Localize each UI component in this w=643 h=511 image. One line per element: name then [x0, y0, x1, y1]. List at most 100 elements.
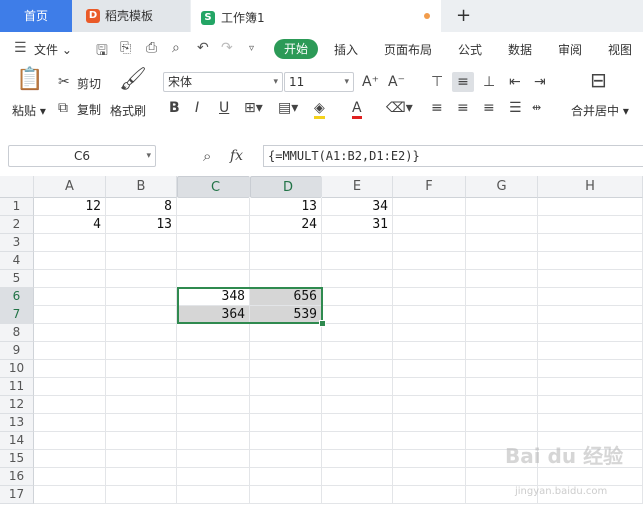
- align-bottom-icon[interactable]: ⊥: [483, 74, 495, 90]
- row-header-1[interactable]: 1: [0, 198, 34, 216]
- cell-h5[interactable]: [538, 270, 643, 288]
- cell-d6[interactable]: 656: [250, 288, 322, 306]
- hamburger-icon[interactable]: ☰: [14, 40, 27, 56]
- cell-a15[interactable]: [34, 450, 106, 468]
- cell-c1[interactable]: [177, 198, 250, 216]
- menu-start[interactable]: 开始: [274, 39, 318, 59]
- align-middle-icon[interactable]: ≡: [452, 72, 474, 92]
- cell-a16[interactable]: [34, 468, 106, 486]
- print-preview-icon[interactable]: ⌕: [172, 40, 180, 56]
- cell-f12[interactable]: [393, 396, 466, 414]
- cut-button[interactable]: 剪切: [77, 75, 101, 92]
- cell-b16[interactable]: [106, 468, 177, 486]
- cell-g7[interactable]: [466, 306, 538, 324]
- cell-d14[interactable]: [250, 432, 322, 450]
- copy-icon[interactable]: ⧉: [58, 100, 68, 116]
- undo-icon[interactable]: ↶: [197, 40, 209, 56]
- format-painter-button[interactable]: 格式刷: [110, 102, 146, 119]
- row-header-4[interactable]: 4: [0, 252, 34, 270]
- cell-f9[interactable]: [393, 342, 466, 360]
- cell-f3[interactable]: [393, 234, 466, 252]
- cell-f13[interactable]: [393, 414, 466, 432]
- cell-g2[interactable]: [466, 216, 538, 234]
- cell-b5[interactable]: [106, 270, 177, 288]
- font-color-icon[interactable]: A: [352, 100, 362, 119]
- paste-button[interactable]: 粘贴 ▾: [12, 102, 46, 119]
- column-header-d[interactable]: D: [250, 176, 322, 198]
- cell-a4[interactable]: [34, 252, 106, 270]
- cell-g8[interactable]: [466, 324, 538, 342]
- cell-f4[interactable]: [393, 252, 466, 270]
- cell-b6[interactable]: [106, 288, 177, 306]
- cell-g4[interactable]: [466, 252, 538, 270]
- select-all-corner[interactable]: [0, 176, 34, 198]
- cell-b14[interactable]: [106, 432, 177, 450]
- cell-c15[interactable]: [177, 450, 250, 468]
- cell-f14[interactable]: [393, 432, 466, 450]
- cell-b10[interactable]: [106, 360, 177, 378]
- cell-e2[interactable]: 31: [322, 216, 393, 234]
- cell-d3[interactable]: [250, 234, 322, 252]
- cut-icon[interactable]: ✂: [58, 74, 70, 90]
- print-icon[interactable]: ⎙: [146, 40, 157, 56]
- cell-e14[interactable]: [322, 432, 393, 450]
- cell-g6[interactable]: [466, 288, 538, 306]
- increase-font-icon[interactable]: A⁺: [362, 74, 379, 90]
- align-left-icon[interactable]: ≡: [431, 100, 443, 116]
- fill-handle[interactable]: [319, 320, 326, 327]
- format-painter-icon[interactable]: 🖌: [119, 69, 147, 91]
- cell-c3[interactable]: [177, 234, 250, 252]
- cell-b13[interactable]: [106, 414, 177, 432]
- cell-f16[interactable]: [393, 468, 466, 486]
- fill-color-icon[interactable]: ◈: [314, 100, 325, 119]
- merge-center-icon[interactable]: ⊟: [590, 70, 607, 90]
- cell-a11[interactable]: [34, 378, 106, 396]
- zoom-search-icon[interactable]: ⌕: [203, 147, 211, 165]
- tab-workbook[interactable]: S 工作簿1: [191, 0, 441, 32]
- cell-a13[interactable]: [34, 414, 106, 432]
- row-header-16[interactable]: 16: [0, 468, 34, 486]
- cell-f7[interactable]: [393, 306, 466, 324]
- cell-e5[interactable]: [322, 270, 393, 288]
- row-header-15[interactable]: 15: [0, 450, 34, 468]
- menu-file[interactable]: 文件 ⌄: [34, 41, 72, 58]
- cell-b2[interactable]: 13: [106, 216, 177, 234]
- italic-button[interactable]: I: [195, 100, 199, 116]
- column-header-e[interactable]: E: [322, 176, 393, 198]
- cell-b15[interactable]: [106, 450, 177, 468]
- cell-c2[interactable]: [177, 216, 250, 234]
- cell-g16[interactable]: [466, 468, 538, 486]
- cell-a10[interactable]: [34, 360, 106, 378]
- cell-c17[interactable]: [177, 486, 250, 504]
- cell-d8[interactable]: [250, 324, 322, 342]
- menu-page-layout[interactable]: 页面布局: [384, 41, 432, 58]
- column-header-h[interactable]: H: [538, 176, 643, 198]
- row-header-3[interactable]: 3: [0, 234, 34, 252]
- decrease-indent-icon[interactable]: ⇤: [509, 74, 521, 90]
- cell-f2[interactable]: [393, 216, 466, 234]
- cell-g10[interactable]: [466, 360, 538, 378]
- distributed-align-icon[interactable]: ⇹: [532, 100, 541, 116]
- font-size-select[interactable]: 11 ▾: [284, 72, 354, 92]
- row-header-12[interactable]: 12: [0, 396, 34, 414]
- row-header-14[interactable]: 14: [0, 432, 34, 450]
- cell-a8[interactable]: [34, 324, 106, 342]
- cell-h7[interactable]: [538, 306, 643, 324]
- cell-d15[interactable]: [250, 450, 322, 468]
- menu-insert[interactable]: 插入: [334, 41, 358, 58]
- insert-function-button[interactable]: fx: [230, 148, 243, 164]
- cell-h9[interactable]: [538, 342, 643, 360]
- align-center-icon[interactable]: ≡: [457, 100, 469, 116]
- paste-icon[interactable]: 📋: [16, 69, 43, 91]
- bold-button[interactable]: B: [169, 100, 180, 116]
- cell-e4[interactable]: [322, 252, 393, 270]
- cell-a12[interactable]: [34, 396, 106, 414]
- menu-data[interactable]: 数据: [508, 41, 532, 58]
- cell-c8[interactable]: [177, 324, 250, 342]
- cell-f1[interactable]: [393, 198, 466, 216]
- cell-a6[interactable]: [34, 288, 106, 306]
- cell-h12[interactable]: [538, 396, 643, 414]
- cell-g13[interactable]: [466, 414, 538, 432]
- row-header-17[interactable]: 17: [0, 486, 34, 504]
- save-icon[interactable]: 🖫: [96, 40, 108, 64]
